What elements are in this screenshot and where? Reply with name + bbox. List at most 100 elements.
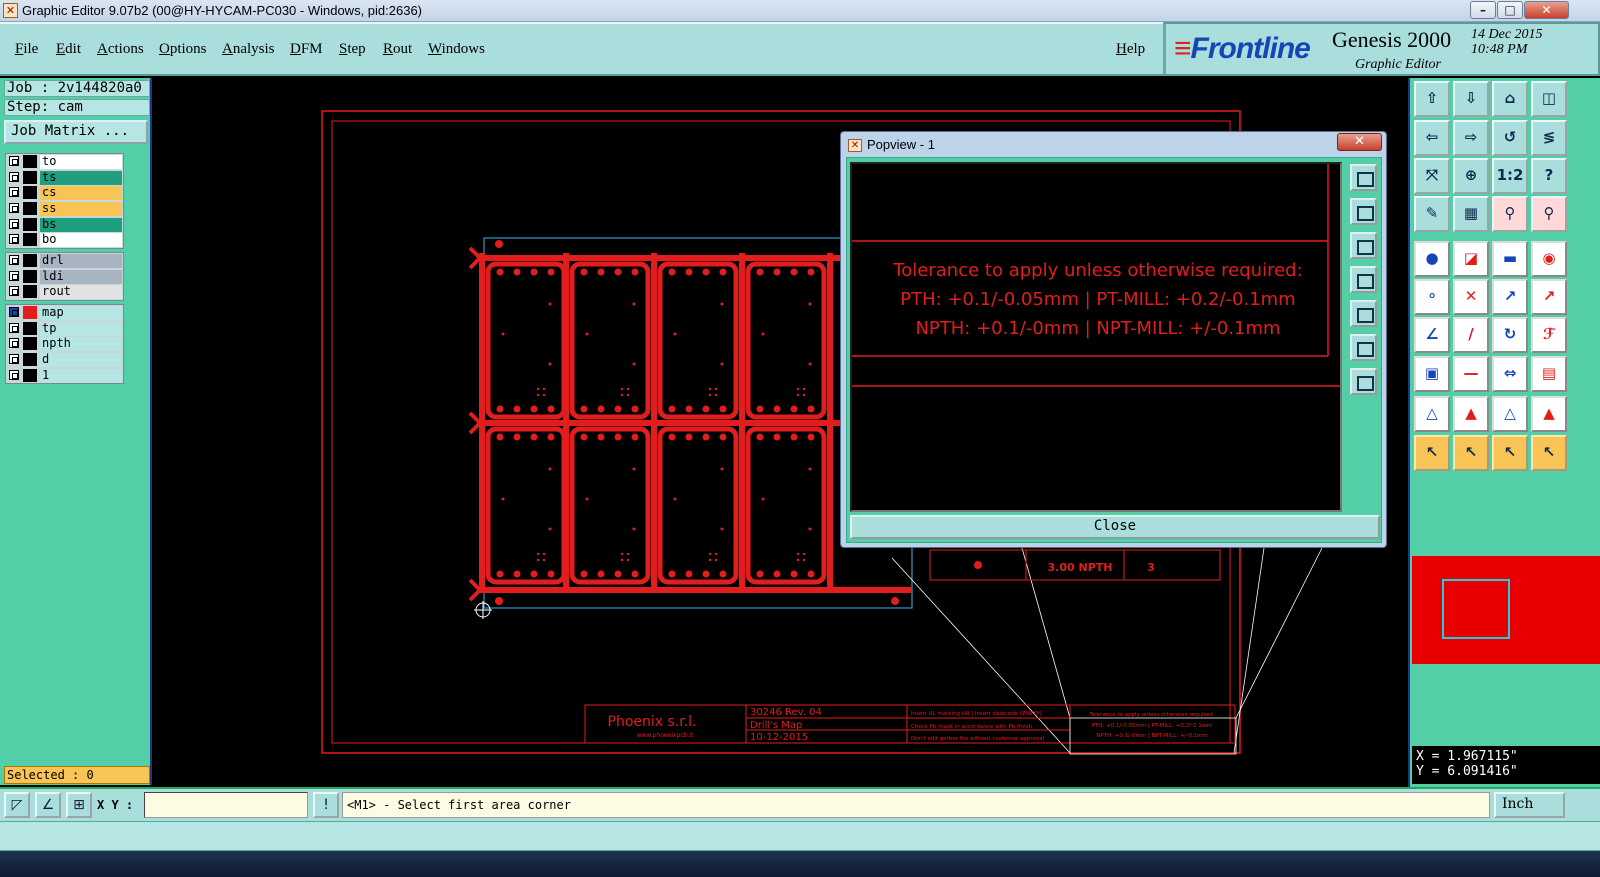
menu-options[interactable]: Options	[159, 41, 207, 58]
split-view-icon[interactable]: ◫	[1531, 81, 1567, 117]
overview-viewport[interactable]	[1442, 579, 1510, 639]
layer-row-to[interactable]: to	[6, 154, 123, 170]
help-icon[interactable]: ?	[1531, 158, 1567, 194]
grid-icon[interactable]: ⊞	[66, 792, 92, 818]
menu-help[interactable]: Help	[1116, 41, 1145, 58]
delete-tool-icon[interactable]: ✕	[1453, 279, 1489, 315]
slash-tool-icon[interactable]: /	[1453, 317, 1489, 353]
angle-tool-icon[interactable]: ∠	[1414, 317, 1450, 353]
layer-checkbox[interactable]	[9, 307, 19, 317]
scale-1-2-icon[interactable]: 1:2	[1492, 158, 1528, 194]
layer-name[interactable]: ss	[40, 202, 122, 217]
menu-analysis[interactable]: Analysis	[222, 41, 275, 58]
popview-close-button[interactable]: Close	[850, 515, 1380, 539]
layer-name[interactable]: npth	[40, 337, 122, 352]
pattern-tool-icon[interactable]: ▤	[1531, 356, 1567, 392]
layer-row-rout[interactable]: rout	[6, 284, 123, 300]
layer-name[interactable]: 1	[40, 368, 122, 383]
undo-view-icon[interactable]: ↺	[1492, 120, 1528, 156]
layer-checkbox[interactable]	[9, 218, 19, 229]
layer-name[interactable]: ts	[40, 170, 122, 185]
layer-checkbox[interactable]	[9, 369, 19, 380]
layer-checkbox[interactable]	[9, 286, 19, 297]
unit-selector[interactable]: Inch	[1494, 792, 1565, 818]
layer-checkbox[interactable]	[9, 270, 19, 281]
rotate-tool-icon[interactable]: ↻	[1492, 317, 1528, 353]
window-titlebar[interactable]: ✕ Graphic Editor 9.07b2 (00@HY-HYCAM-PC0…	[0, 0, 1600, 22]
arrow-tool-icon[interactable]: ↗	[1531, 279, 1567, 315]
line-tool-icon[interactable]: ↗	[1492, 279, 1528, 315]
layer-row-bs[interactable]: bs	[6, 217, 123, 233]
home-view-icon[interactable]: ⌂	[1492, 81, 1528, 117]
minimize-button[interactable]: –	[1470, 1, 1496, 19]
edit-tool-icon[interactable]: ✎	[1414, 196, 1450, 232]
popview-pan-right-button[interactable]	[1350, 300, 1377, 327]
bottom-view-icon[interactable]: ⇩	[1453, 81, 1489, 117]
layer-name[interactable]: cs	[40, 186, 122, 201]
layer-name[interactable]: d	[40, 353, 122, 368]
layer-checkbox[interactable]	[9, 203, 19, 214]
popview-zoom-in-button[interactable]	[1350, 334, 1377, 361]
angle-icon[interactable]: ∠	[35, 792, 61, 818]
menu-edit[interactable]: Edit	[56, 41, 81, 58]
ruler-tool-icon[interactable]: ▬	[1492, 241, 1528, 277]
warn-tool-2-icon[interactable]: ▲	[1453, 396, 1489, 432]
layer-checkbox[interactable]	[9, 171, 19, 182]
layer-checkbox[interactable]	[9, 156, 19, 166]
xy-input[interactable]	[144, 792, 308, 818]
overview-map[interactable]	[1412, 556, 1600, 664]
layer-row-npth[interactable]: npth	[6, 336, 123, 352]
menu-rout[interactable]: Rout	[383, 41, 412, 58]
popview-zoom-fit-button[interactable]	[1350, 164, 1377, 191]
layer-row-tp[interactable]: tp	[6, 321, 123, 337]
layer-name[interactable]: ldi	[40, 269, 122, 284]
zoom-fit-icon[interactable]: ⤧	[1414, 158, 1450, 194]
popview-window[interactable]: ✕ Popview - 1 ✕ Tolerance to apply unles…	[840, 131, 1387, 548]
warn-tool-4-icon[interactable]: ▲	[1531, 396, 1567, 432]
menu-step[interactable]: Step	[339, 41, 366, 58]
pan-left-icon[interactable]: ⇦	[1414, 120, 1450, 156]
top-view-icon[interactable]: ⇧	[1414, 81, 1450, 117]
job-matrix-button[interactable]: Job Matrix ...	[4, 120, 148, 144]
warn-tool-3-icon[interactable]: △	[1492, 396, 1528, 432]
layer-name[interactable]: bo	[40, 233, 122, 248]
layer-name[interactable]: rout	[40, 285, 122, 300]
alert-icon[interactable]: !	[313, 792, 339, 818]
font-tool-icon[interactable]: ℱ	[1531, 317, 1567, 353]
popview-close-x[interactable]: ✕	[1337, 133, 1382, 151]
zoom-center-icon[interactable]: ⊕	[1453, 158, 1489, 194]
layer-row-ss[interactable]: ss	[6, 201, 123, 217]
layer-row-drl[interactable]: drl	[6, 253, 123, 269]
measure-tool-icon[interactable]: ⇔	[1492, 356, 1528, 392]
probe-tool-icon[interactable]: ⚲	[1492, 196, 1528, 232]
menu-windows[interactable]: Windows	[428, 41, 485, 58]
popview-pan-up-button[interactable]	[1350, 198, 1377, 225]
warn-tool-icon[interactable]: △	[1414, 396, 1450, 432]
layer-checkbox[interactable]	[9, 187, 19, 198]
layer-row-bo[interactable]: bo	[6, 232, 123, 248]
fill-tool-icon[interactable]: ◪	[1453, 241, 1489, 277]
pad-tool-icon[interactable]: ●	[1414, 241, 1450, 277]
flip-view-icon[interactable]: ≶	[1531, 120, 1567, 156]
layer-checkbox[interactable]	[9, 255, 19, 265]
select-tool-2-icon[interactable]: ↖	[1453, 435, 1489, 471]
grid-tool-icon[interactable]: ▦	[1453, 196, 1489, 232]
select-tool-3-icon[interactable]: ↖	[1492, 435, 1528, 471]
layer-checkbox[interactable]	[9, 354, 19, 365]
pan-right-icon[interactable]: ⇨	[1453, 120, 1489, 156]
layer-name[interactable]: to	[40, 155, 122, 169]
layer-name[interactable]: bs	[40, 217, 122, 232]
layer-row-1[interactable]: 1	[6, 368, 123, 384]
select-tool-icon[interactable]: ↖	[1414, 435, 1450, 471]
menu-actions[interactable]: Actions	[97, 41, 144, 58]
close-window-button[interactable]: ✕	[1524, 1, 1569, 19]
select-box-tool-icon[interactable]: ▣	[1414, 356, 1450, 392]
circle-tool-icon[interactable]: ◉	[1531, 241, 1567, 277]
layer-name[interactable]: drl	[40, 254, 122, 268]
popview-canvas[interactable]: Tolerance to apply unless otherwise requ…	[850, 162, 1342, 512]
layer-checkbox[interactable]	[9, 322, 19, 333]
snap-icon[interactable]: ◸	[4, 792, 30, 818]
layer-row-map[interactable]: map	[6, 305, 123, 321]
menu-dfm[interactable]: DFM	[290, 41, 323, 58]
popview-zoom-out-button[interactable]	[1350, 368, 1377, 395]
